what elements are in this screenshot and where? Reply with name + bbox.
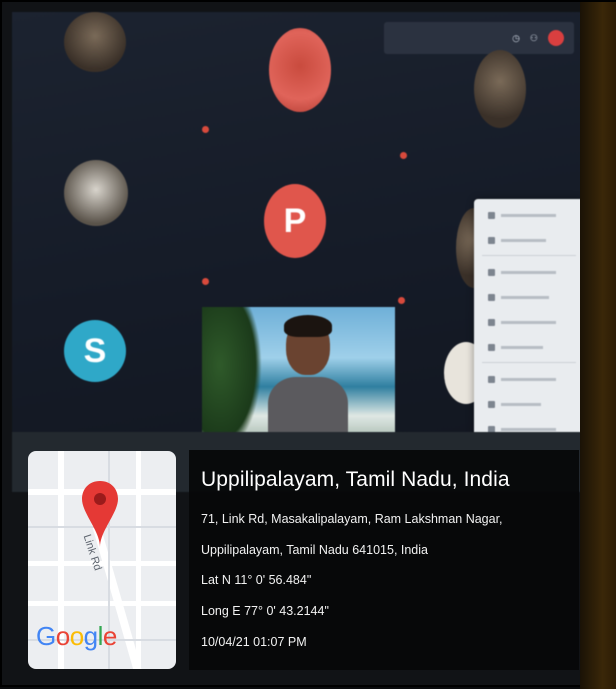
participant-avatar [474,50,526,128]
google-logo-letter: o [55,621,70,651]
google-logo-letter: o [69,621,84,651]
participant-avatar [64,160,128,226]
people-icon: ⚇ [529,32,538,43]
location-title: Uppilipalayam, Tamil Nadu, India [201,468,510,491]
latitude: Lat N 11° 0' 56.484" [201,573,312,587]
timestamp: 10/04/21 01:07 PM [201,635,307,649]
address-line-2: Uppilipalayam, Tamil Nadu 641015, India [201,543,428,557]
more-options-menu [474,199,584,459]
participant-letter-avatar: S [64,320,126,382]
meeting-top-bar: ◷ ⚇ [384,22,574,54]
address-line-1: 71, Link Rd, Masakalipalayam, Ram Lakshm… [201,512,503,526]
laptop-screen: ◷ ⚇ P S [12,12,612,492]
participant-name [400,152,407,159]
longitude: Long E 77° 0' 43.2144" [201,604,329,618]
clock-icon: ◷ [512,32,520,43]
location-pin-icon [82,481,118,547]
participant-video [202,307,395,452]
google-logo-letter: e [102,621,117,651]
laptop-edge [580,2,616,689]
participant-name [202,126,209,133]
participant-name [202,278,209,285]
participant-name [398,297,405,304]
user-avatar [548,30,564,46]
google-logo-letter: g [83,621,98,651]
participant-avatar [64,12,126,72]
gps-info-overlay: Uppilipalayam, Tamil Nadu, India 71, Lin… [189,450,579,670]
location-map: Link Rd Google [28,451,176,669]
photo-frame: ◷ ⚇ P S Uppilipalayam, Tamil Nadu, India… [0,0,616,689]
google-logo-letter: G [36,621,56,651]
google-logo: Google [36,621,117,652]
participant-avatar [269,28,331,112]
participant-letter-avatar: P [264,184,326,258]
